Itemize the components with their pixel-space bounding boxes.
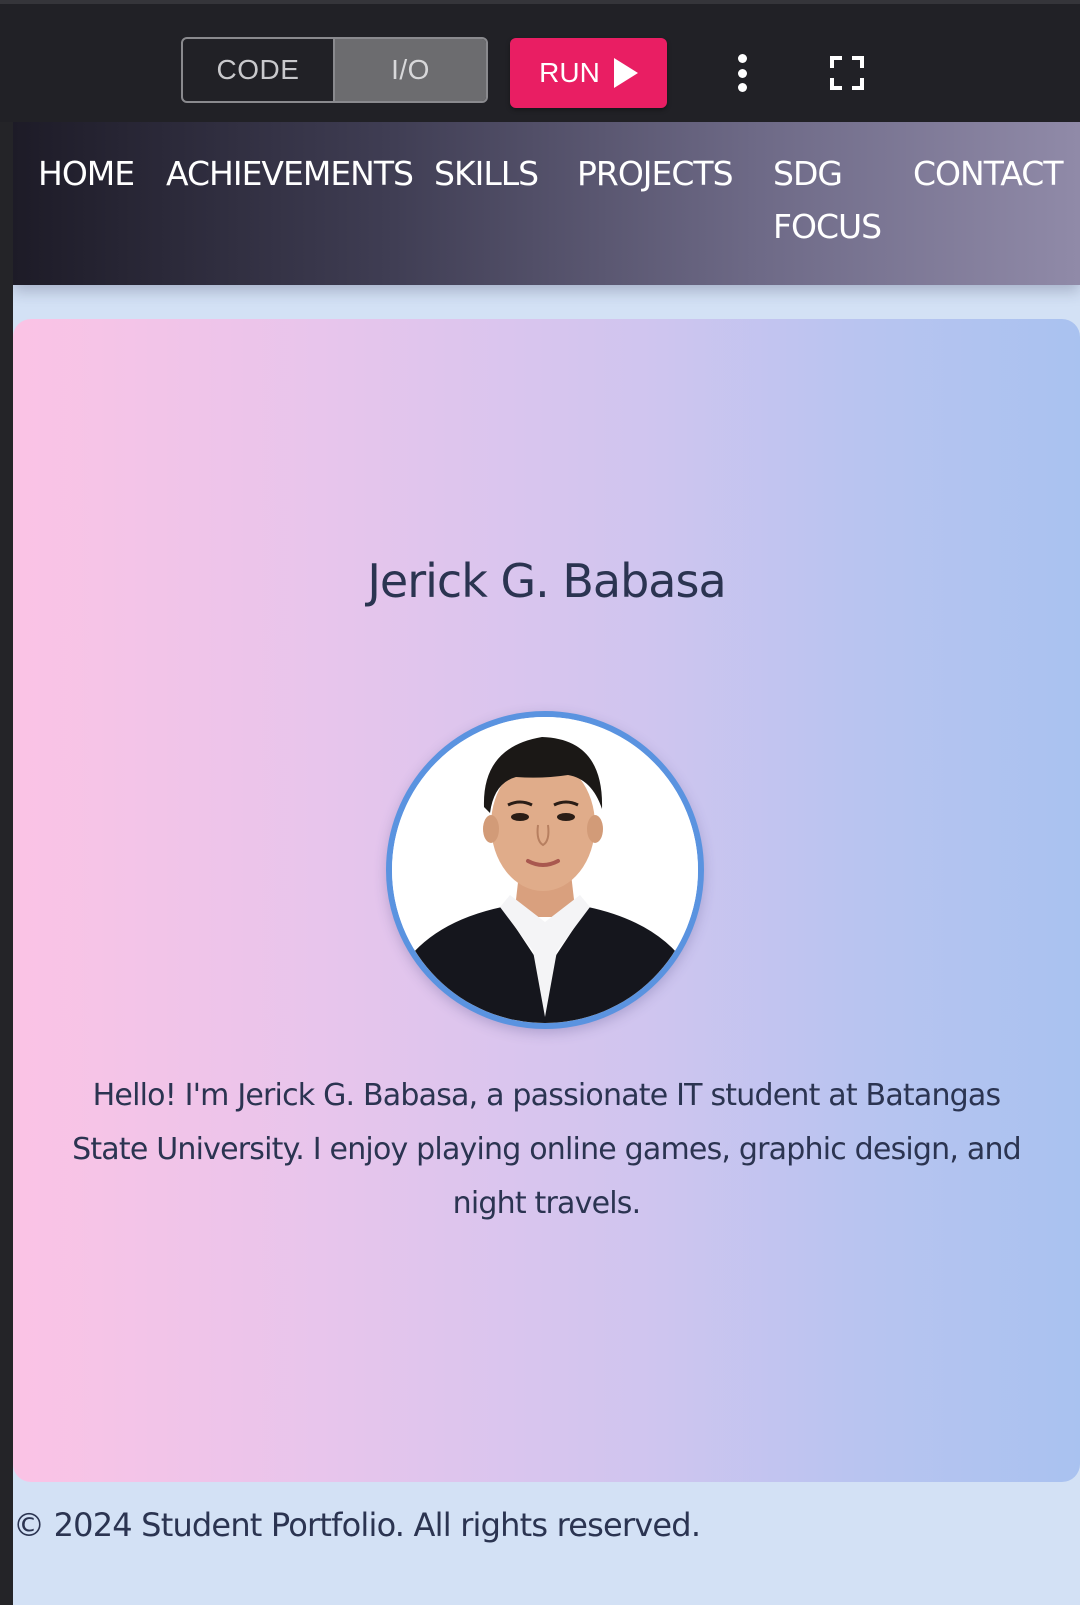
play-icon — [613, 58, 638, 88]
fullscreen-icon-graphic — [830, 56, 864, 90]
run-button[interactable]: RUN — [510, 38, 667, 108]
nav-link-home[interactable]: HOME — [38, 147, 135, 200]
avatar — [386, 711, 704, 1029]
kebab-dot — [737, 68, 747, 78]
nav-link-achievements[interactable]: ACHIEVEMENTS — [166, 147, 414, 200]
kebab-dot — [737, 54, 747, 63]
nav-link-projects[interactable]: PROJECTS — [577, 147, 734, 200]
site-navbar: HOME ACHIEVEMENTS SKILLS PROJECTS SDG FO… — [13, 122, 1080, 285]
code-tab-button[interactable]: CODE — [183, 39, 335, 101]
profile-photo — [392, 717, 698, 1023]
editor-toolbar: CODE I/O RUN — [0, 0, 1080, 122]
nav-link-contact[interactable]: CONTACT — [913, 147, 1063, 200]
hero-bio: Hello! I'm Jerick G. Babasa, a passionat… — [72, 1078, 1022, 1221]
kebab-dot — [737, 83, 747, 92]
hero-name: Jerick G. Babasa — [367, 554, 726, 608]
more-vertical-icon[interactable] — [730, 50, 754, 96]
hero-section: Jerick G. Babasa Hello! I'm Jerick G. Ba… — [13, 319, 1080, 1482]
fullscreen-icon[interactable] — [830, 56, 864, 90]
nav-link-skills[interactable]: SKILLS — [434, 147, 539, 200]
view-toggle: CODE I/O — [181, 37, 488, 103]
run-button-label: RUN — [539, 57, 600, 88]
nav-link-sdg-focus[interactable]: SDG FOCUS — [773, 147, 882, 253]
preview-pane: HOME ACHIEVEMENTS SKILLS PROJECTS SDG FO… — [13, 122, 1080, 1605]
site-footer: © 2024 Student Portfolio. All rights res… — [13, 1506, 701, 1544]
io-tab-button[interactable]: I/O — [335, 39, 486, 101]
